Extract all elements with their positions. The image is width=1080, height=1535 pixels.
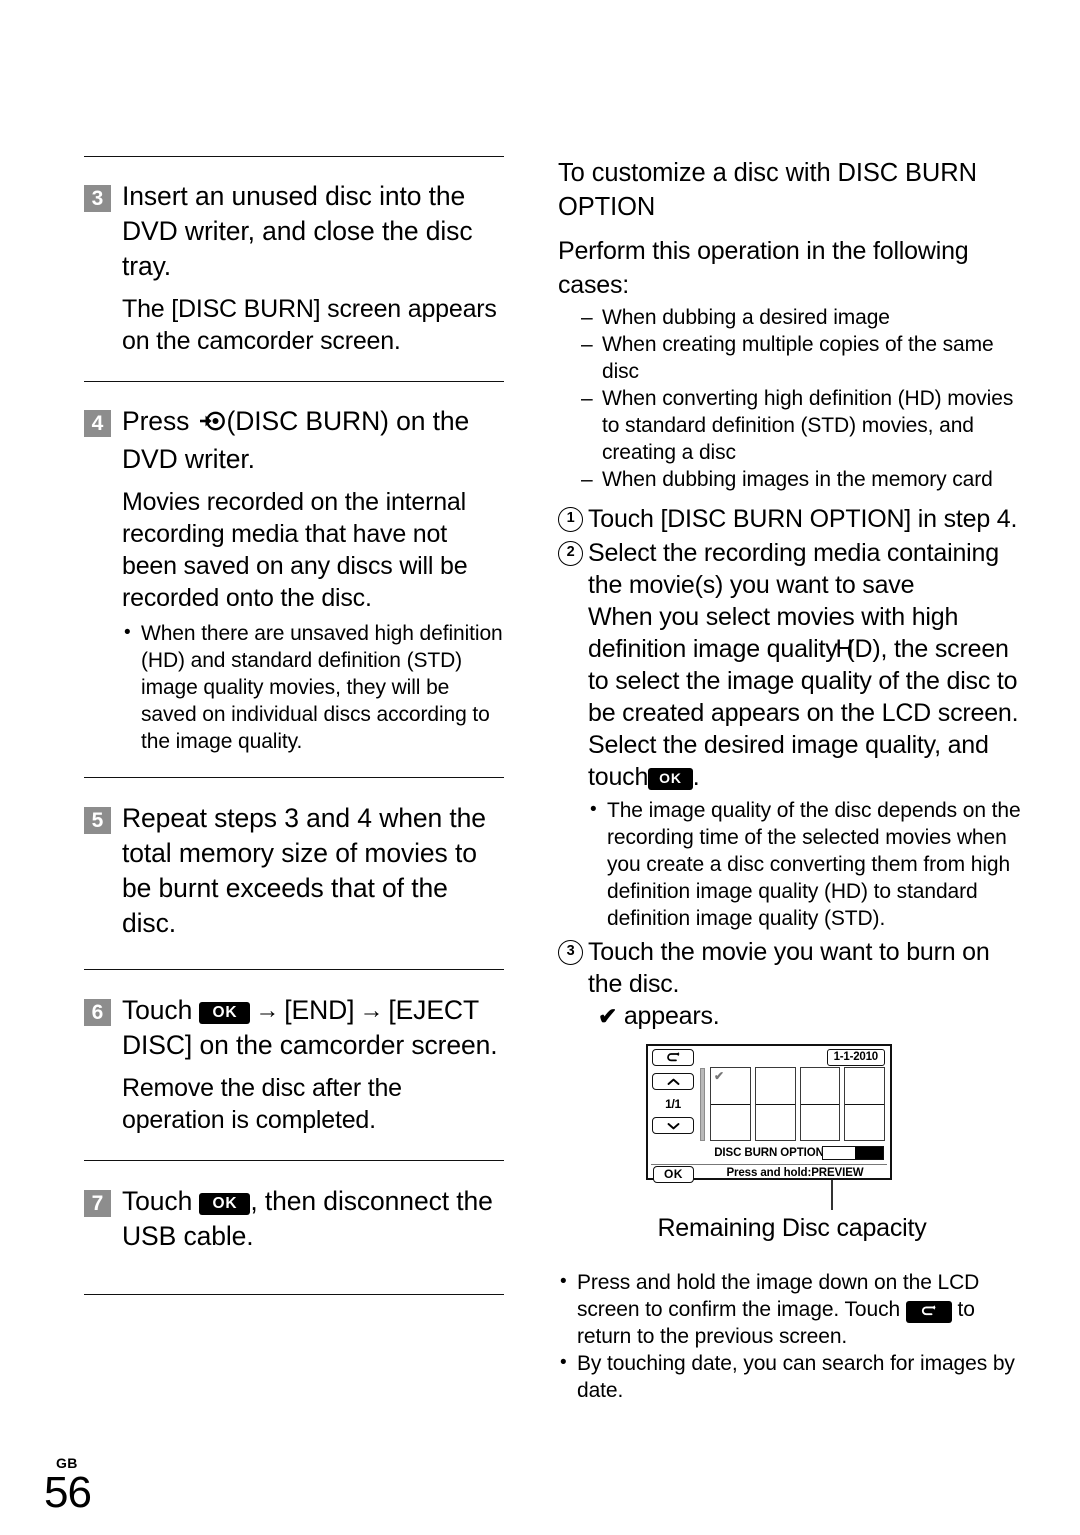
procedure-item-3-note: ✔ appears.	[598, 1000, 1026, 1032]
step-6: 6 Touch OK → [END] → [EJECT DISC] on the cam…	[84, 993, 504, 1136]
lcd-date-button[interactable]: 1-1-2010	[826, 1049, 885, 1066]
step-number-badge: 4	[84, 410, 111, 437]
step-4-heading-before: Press	[122, 406, 190, 436]
section-title: To customize a disc with DISC BURN OPTIO…	[558, 159, 977, 221]
lcd-thumbnail[interactable]	[799, 1067, 841, 1141]
step-7-heading-before: Touch	[122, 1186, 193, 1216]
procedure-item-2-body: When you select movies with high definit…	[588, 601, 1026, 793]
step-6-body: Remove the disc after the operation is c…	[122, 1074, 402, 1134]
bullet-item: The image quality of the disc depends on…	[588, 796, 1026, 932]
divider-top-left	[84, 156, 504, 157]
circled-number-1: 1	[558, 507, 583, 532]
right-column: To customize a disc with DISC BURN OPTIO…	[558, 156, 1026, 1404]
circled-number-3: 3	[558, 940, 583, 965]
ok-button-glyph: OK	[199, 1002, 251, 1024]
procedure-item-1-text: Touch [DISC BURN OPTION] in step 4.	[588, 505, 1018, 533]
step-3-heading: Insert an unused disc into the DVD write…	[122, 181, 473, 281]
lcd-thumbnail[interactable]: ✔	[710, 1067, 751, 1141]
step-number-badge: 5	[84, 807, 111, 834]
lcd-scroll-down-button[interactable]	[652, 1117, 694, 1134]
procedure-item-3-note-text: appears.	[623, 1002, 720, 1030]
step-number-badge: 6	[84, 999, 111, 1026]
divider-bottom-left	[84, 1294, 504, 1295]
divider-after-step-3	[84, 381, 504, 382]
lcd-remaining-capacity-bar	[822, 1146, 884, 1160]
thumbnail-check-icon: ✔	[714, 1069, 725, 1083]
lcd-thumbnail[interactable]	[844, 1067, 885, 1141]
divider-after-step-4	[84, 777, 504, 778]
case-item: When dubbing images in the memory card	[580, 466, 1026, 493]
lcd-illustration: 1/1 ✔ 1-1-2010 DISC BURN OPTION OK Press…	[646, 1044, 927, 1243]
bullet-item: By touching date, you can search for ima…	[558, 1349, 1026, 1404]
lcd-scrollbar[interactable]	[700, 1068, 705, 1141]
step-7-heading: Touch OK, then disconnect the USB cable.	[122, 1184, 504, 1254]
divider-after-step-5	[84, 969, 504, 970]
lcd-capacity-caption: Remaining Disc capacity	[657, 1214, 927, 1242]
disc-burn-icon	[199, 407, 225, 442]
lcd-screen: 1/1 ✔ 1-1-2010 DISC BURN OPTION OK Press…	[646, 1044, 892, 1183]
lcd-left-controls: 1/1	[652, 1049, 696, 1147]
step-5: 5 Repeat steps 3 and 4 when the total me…	[84, 801, 504, 941]
bullet-item: When there are unsaved high definition (…	[122, 619, 504, 755]
step-number-badge: 3	[84, 185, 111, 212]
lcd-back-button[interactable]	[652, 1049, 694, 1066]
lcd-main-area: 1/1 ✔ 1-1-2010	[648, 1046, 890, 1149]
lcd-separator	[651, 1164, 887, 1165]
procedure-item-1: 1 Touch [DISC BURN OPTION] in step 4.	[558, 503, 1026, 535]
procedure-list: 1 Touch [DISC BURN OPTION] in step 4. 2 Se…	[558, 503, 1026, 1032]
lcd-ok-button[interactable]: OK	[653, 1166, 694, 1183]
step-6-heading-mid: [END]	[284, 995, 355, 1025]
circled-number-2: 2	[558, 541, 583, 566]
step-4-body: Movies recorded on the internal recordin…	[122, 488, 468, 612]
lcd-scroll-up-button[interactable]	[652, 1073, 694, 1090]
checkmark-icon: ✔	[598, 1003, 618, 1029]
section-intro: Perform this operation in the following …	[558, 237, 969, 299]
step-6-heading-before: Touch	[122, 995, 193, 1025]
arrow-right-icon: →	[255, 997, 280, 1024]
case-item: When dubbing a desired image	[580, 304, 1026, 331]
procedure-item-2-text: Select the recording media containing th…	[588, 539, 999, 599]
step-3-body: The [DISC BURN] screen appears on the ca…	[122, 295, 497, 355]
capacity-used-fill	[855, 1147, 883, 1159]
ok-button-glyph: OK	[648, 768, 693, 790]
step-4-bullets: When there are unsaved high definition (…	[122, 619, 504, 755]
lcd-thumbnail-grid: ✔	[710, 1067, 885, 1141]
manual-page: 3 Insert an unused disc into the DVD wri…	[0, 0, 1080, 1535]
lcd-bottom-bar: OK Press and hold:PREVIEW	[648, 1166, 890, 1183]
procedure-item-3-text: Touch the movie you want to burn on the …	[588, 938, 990, 998]
ok-button-glyph: OK	[199, 1193, 251, 1215]
case-item: When creating multiple copies of the sam…	[580, 331, 1026, 385]
procedure-item-3: 3 Touch the movie you want to burn on the…	[558, 936, 1026, 1032]
lcd-page-indicator: 1/1	[665, 1097, 681, 1111]
step-3: 3 Insert an unused disc into the DVD wri…	[84, 179, 504, 357]
arrow-right-icon: →	[359, 997, 384, 1024]
step-4-heading: Press (DISC BURN) on the DVD writer.	[122, 404, 504, 477]
divider-after-step-6	[84, 1160, 504, 1161]
step-number-badge: 7	[84, 1190, 111, 1217]
case-item: When converting high definition (HD) mov…	[580, 385, 1026, 466]
step-5-heading: Repeat steps 3 and 4 when the total memo…	[122, 803, 486, 938]
step-7: 7 Touch OK, then disconnect the USB cabl…	[84, 1184, 504, 1254]
page-footer: GB 56	[44, 1455, 92, 1517]
step-4: 4 Press (DISC BURN) on the DVD writer. M…	[84, 404, 504, 755]
lcd-thumbnail[interactable]	[754, 1067, 796, 1141]
bottom-bullets: Press and hold the image down on the LCD…	[558, 1268, 1026, 1404]
left-column: 3 Insert an unused disc into the DVD wri…	[84, 156, 504, 1295]
item2-period: .	[692, 763, 700, 791]
procedure-item-2: 2 Select the recording media containing t…	[558, 537, 1026, 932]
page-number: 56	[44, 1468, 92, 1517]
step-6-heading: Touch OK → [END] → [EJECT DISC] on the camco…	[122, 993, 504, 1063]
bullet-item: Press and hold the image down on the LCD…	[558, 1268, 1026, 1350]
back-arrow-icon	[905, 1301, 952, 1323]
procedure-item-2-bullets: The image quality of the disc depends on…	[588, 796, 1026, 932]
cases-list: When dubbing a desired image When creati…	[580, 304, 1026, 493]
lcd-preview-hint: Press and hold:PREVIEW	[726, 1167, 864, 1179]
bullet-text-before: By touching date, you can search for ima…	[577, 1352, 1015, 1402]
